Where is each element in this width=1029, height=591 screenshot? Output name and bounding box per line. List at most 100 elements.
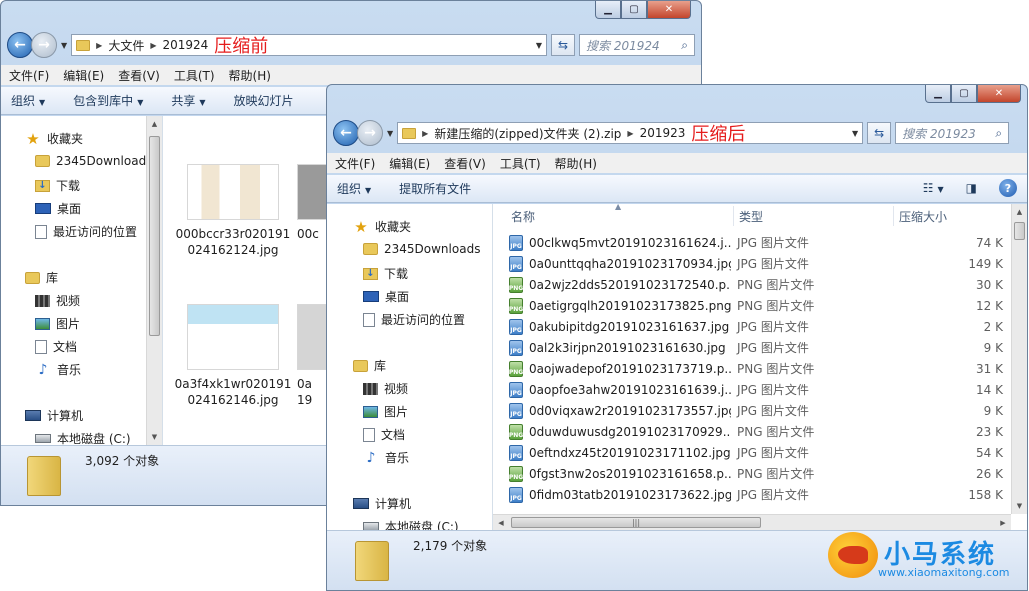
nav-item-desktop[interactable]: 桌面 xyxy=(363,288,409,305)
scroll-thumb[interactable]: ||| xyxy=(511,517,761,528)
share-button[interactable]: 共享 ▼ xyxy=(171,92,205,109)
thumbnail-item[interactable]: 00c xyxy=(297,164,327,242)
view-options-button[interactable]: ☷ ▼ xyxy=(923,181,944,195)
minimize-button[interactable]: ▁ xyxy=(595,1,621,19)
scroll-thumb[interactable] xyxy=(1014,222,1025,240)
preview-pane-icon[interactable]: ◨ xyxy=(966,181,977,195)
column-name[interactable]: 名称 xyxy=(511,208,535,225)
breadcrumb-item[interactable]: 201924 xyxy=(162,38,208,52)
recent-pages-chevron-icon[interactable]: ▼ xyxy=(61,41,67,50)
scroll-thumb[interactable] xyxy=(149,136,160,336)
breadcrumb-chevron-icon[interactable]: ▶ xyxy=(422,129,428,138)
organize-button[interactable]: 组织 ▼ xyxy=(337,180,371,197)
table-row[interactable]: JPG 0a0unttqqha20191023170934.jpg JPG 图片文件… xyxy=(509,253,1003,274)
search-icon[interactable]: ⌕ xyxy=(995,126,1002,141)
table-row[interactable]: JPG 0fidm03tatb20191023173622.jpg JPG 图片文件… xyxy=(509,484,1003,505)
nav-item-drive-c[interactable]: 本地磁盘 (C:) xyxy=(35,430,131,445)
column-compressed-size[interactable]: 压缩大小 xyxy=(899,208,947,225)
nav-item-recent[interactable]: 最近访问的位置 xyxy=(35,223,137,240)
menu-edit[interactable]: 编辑(E) xyxy=(63,67,104,84)
address-dropdown-icon[interactable]: ▼ xyxy=(852,129,858,138)
scroll-up-icon[interactable]: ▲ xyxy=(1012,204,1027,220)
menu-tools[interactable]: 工具(T) xyxy=(174,67,215,84)
nav-computer[interactable]: 计算机 xyxy=(353,495,411,512)
breadcrumb-chevron-icon[interactable]: ▶ xyxy=(627,129,633,138)
forward-button[interactable]: → xyxy=(357,120,383,146)
menu-file[interactable]: 文件(F) xyxy=(9,67,49,84)
extract-all-button[interactable]: 提取所有文件 xyxy=(399,180,471,197)
address-dropdown-icon[interactable]: ▼ xyxy=(536,41,542,50)
menu-tools[interactable]: 工具(T) xyxy=(500,155,541,172)
breadcrumb-chevron-icon[interactable]: ▶ xyxy=(150,41,156,50)
nav-item-documents[interactable]: 文档 xyxy=(363,426,405,443)
nav-item-music[interactable]: ♪ 音乐 xyxy=(363,449,409,466)
menu-view[interactable]: 查看(V) xyxy=(444,155,486,172)
breadcrumb-item[interactable]: 201923 xyxy=(640,126,686,140)
table-row[interactable]: JPG 00clkwq5mvt20191023161624.j... JPG 图片文… xyxy=(509,232,1003,253)
nav-item-pictures[interactable]: 图片 xyxy=(35,315,80,332)
thumbnail-item[interactable]: 0a3f4xk1wr020191024162146.jpg xyxy=(173,304,293,408)
thumbnail-item[interactable]: 000bccr33r020191024162124.jpg xyxy=(173,164,293,258)
organize-button[interactable]: 组织 ▼ xyxy=(11,92,45,109)
column-divider[interactable] xyxy=(893,206,894,226)
nav-favorites[interactable]: ★ 收藏夹 xyxy=(25,130,83,148)
table-row[interactable]: JPG 0akubipitdg20191023161637.jpg JPG 图片文件… xyxy=(509,316,1003,337)
menu-file[interactable]: 文件(F) xyxy=(335,155,375,172)
nav-item-drive-c[interactable]: 本地磁盘 (C:) xyxy=(363,518,459,530)
include-in-library-button[interactable]: 包含到库中 ▼ xyxy=(73,92,143,109)
table-row[interactable]: PNG 0duwduwusdg20191023170929.... PNG 图片文件… xyxy=(509,421,1003,442)
back-button[interactable]: ← xyxy=(7,32,33,58)
nav-item-desktop[interactable]: 桌面 xyxy=(35,200,81,217)
search-icon[interactable]: ⌕ xyxy=(681,38,688,53)
nav-item-downloads[interactable]: ↓ 下载 xyxy=(35,177,80,194)
scroll-down-icon[interactable]: ▼ xyxy=(1012,498,1027,514)
nav-item-pictures[interactable]: 图片 xyxy=(363,403,408,420)
nav-scrollbar[interactable]: ▲ ▼ xyxy=(146,116,162,445)
menu-edit[interactable]: 编辑(E) xyxy=(389,155,430,172)
table-row[interactable]: JPG 0al2k3irjpn20191023161630.jpg JPG 图片文件… xyxy=(509,337,1003,358)
search-input[interactable]: 搜索 201924 ⌕ xyxy=(579,34,695,56)
table-row[interactable]: PNG 0aetigrgqlh20191023173825.png PNG 图片文件… xyxy=(509,295,1003,316)
scroll-down-icon[interactable]: ▼ xyxy=(147,429,162,445)
table-row[interactable]: PNG 0aojwadepof20191023173719.p... PNG 图片文… xyxy=(509,358,1003,379)
nav-libraries[interactable]: 库 xyxy=(25,269,58,286)
close-button[interactable]: ✕ xyxy=(977,85,1021,103)
nav-item-music[interactable]: ♪ 音乐 xyxy=(35,361,81,378)
address-bar[interactable]: ▶ 新建压缩的(zipped)文件夹 (2).zip ▶ 201923 压缩后 … xyxy=(397,122,864,145)
table-row[interactable]: PNG 0fgst3nw2os20191023161658.p... PNG 图片文… xyxy=(509,463,1003,484)
breadcrumb-item[interactable]: 新建压缩的(zipped)文件夹 (2).zip xyxy=(434,125,621,142)
close-button[interactable]: ✕ xyxy=(647,1,691,19)
table-row[interactable]: JPG 0aopfoe3ahw20191023161639.j... JPG 图片文… xyxy=(509,379,1003,400)
maximize-button[interactable]: ▢ xyxy=(951,85,977,103)
nav-favorites[interactable]: ★ 收藏夹 xyxy=(353,218,411,236)
scroll-up-icon[interactable]: ▲ xyxy=(147,116,162,132)
nav-libraries[interactable]: 库 xyxy=(353,357,386,374)
slideshow-button[interactable]: 放映幻灯片 xyxy=(234,92,294,109)
refresh-button[interactable]: ⇆ xyxy=(551,34,575,56)
nav-item-documents[interactable]: 文档 xyxy=(35,338,77,355)
back-button[interactable]: ← xyxy=(333,120,359,146)
nav-item-downloads[interactable]: ↓ 下载 xyxy=(363,265,408,282)
nav-item-videos[interactable]: 视频 xyxy=(35,292,80,309)
help-icon[interactable]: ? xyxy=(999,179,1017,197)
table-row[interactable]: JPG 0eftndxz45t20191023171102.jpg JPG 图片文件… xyxy=(509,442,1003,463)
address-bar[interactable]: ▶ 大文件 ▶ 201924 压缩前 ▼ xyxy=(71,34,547,57)
nav-item-recent[interactable]: 最近访问的位置 xyxy=(363,311,465,328)
breadcrumb-chevron-icon[interactable]: ▶ xyxy=(96,41,102,50)
menu-help[interactable]: 帮助(H) xyxy=(229,67,271,84)
maximize-button[interactable]: ▢ xyxy=(621,1,647,19)
list-scrollbar[interactable]: ▲ ▼ xyxy=(1011,204,1027,514)
nav-item-videos[interactable]: 视频 xyxy=(363,380,408,397)
column-divider[interactable] xyxy=(733,206,734,226)
refresh-button[interactable]: ⇆ xyxy=(867,122,892,144)
menu-view[interactable]: 查看(V) xyxy=(118,67,160,84)
table-row[interactable]: JPG 0d0viqxaw2r20191023173557.jpg JPG 图片文件… xyxy=(509,400,1003,421)
minimize-button[interactable]: ▁ xyxy=(925,85,951,103)
recent-pages-chevron-icon[interactable]: ▼ xyxy=(387,129,393,138)
scroll-left-icon[interactable]: ◀ xyxy=(493,515,509,530)
column-type[interactable]: 类型 xyxy=(739,208,763,225)
nav-computer[interactable]: 计算机 xyxy=(25,407,83,424)
nav-item-downloads-2345[interactable]: 2345Downloads xyxy=(35,154,152,168)
search-input[interactable]: 搜索 201923 ⌕ xyxy=(895,122,1010,144)
table-row[interactable]: PNG 0a2wjz2dds520191023172540.p... PNG 图片文… xyxy=(509,274,1003,295)
